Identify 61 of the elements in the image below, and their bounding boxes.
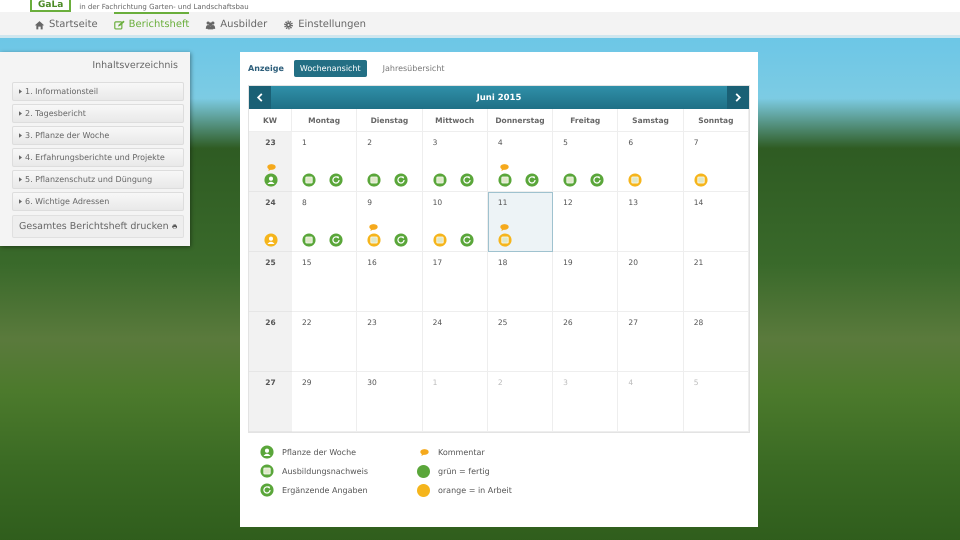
home-icon	[34, 20, 45, 30]
refresh-icon[interactable]	[329, 233, 343, 247]
refresh-icon[interactable]	[260, 483, 274, 497]
view-label: Anzeige	[248, 64, 284, 72]
toc-item[interactable]: 2. Tagesbericht	[12, 104, 184, 123]
legend-label: Kommentar	[438, 448, 485, 456]
nav-tab[interactable]: Einstellungen	[283, 12, 366, 35]
caret-icon	[19, 199, 22, 204]
calendar-icon[interactable]	[367, 173, 382, 187]
person-icon[interactable]	[264, 233, 278, 247]
view-tab[interactable]: Wochenansicht	[294, 60, 367, 76]
refresh-icon[interactable]	[460, 173, 474, 187]
legend-label: grün = fertig	[438, 466, 490, 476]
legend-label: Pflanze der Woche	[282, 448, 356, 456]
calendar-icon[interactable]	[302, 173, 316, 187]
calendar-icon[interactable]	[432, 173, 447, 187]
refresh-icon[interactable]	[329, 173, 343, 187]
refresh-icon[interactable]	[394, 233, 408, 247]
toc-item[interactable]: 4. Erfahrungsberichte und Projekte	[12, 148, 184, 167]
calendar-icon[interactable]	[498, 233, 512, 247]
caret-icon	[19, 177, 22, 182]
legend-label: orange = in Arbeit	[438, 486, 512, 494]
caret-icon	[19, 89, 22, 94]
legend-label: Ergänzende Angaben	[282, 486, 368, 494]
legend-label: Ausbildungsnachweis	[282, 466, 368, 476]
printer-icon	[172, 222, 177, 231]
view-tab[interactable]: Jahresübersicht	[376, 60, 451, 76]
calendar-icon[interactable]	[432, 233, 447, 247]
toc-item[interactable]: 5. Pflanzenschutz und Düngung	[12, 170, 184, 189]
chevron-right-icon	[734, 93, 742, 102]
next-month-button[interactable]	[726, 86, 749, 109]
chevron-left-icon	[256, 93, 264, 102]
person-icon[interactable]	[260, 445, 274, 459]
caret-icon	[19, 133, 22, 138]
calendar-icon[interactable]	[302, 233, 316, 247]
toc-title: Inhaltsverzeichnis	[91, 59, 179, 73]
calendar-icon[interactable]	[498, 173, 512, 187]
toc-item[interactable]: 1. Informationsteil	[12, 82, 184, 101]
toc-item[interactable]: 3. Pflanze der Woche	[12, 126, 184, 145]
refresh-icon[interactable]	[460, 233, 474, 247]
refresh-icon[interactable]	[394, 173, 408, 187]
print-button[interactable]: Gesamtes Berichtsheft drucken	[12, 215, 184, 238]
calendar-icon[interactable]	[694, 173, 708, 187]
users-icon	[205, 20, 216, 30]
caret-icon	[19, 155, 22, 160]
toc-item[interactable]: 6. Wichtige Adressen	[12, 192, 184, 211]
month-title: Juni 2015	[476, 92, 522, 102]
edit-icon	[114, 20, 125, 30]
settings-icon	[283, 20, 294, 30]
speech-bubble-icon	[420, 448, 428, 456]
nav-tab[interactable]: Startseite	[34, 12, 98, 35]
calendar-icon[interactable]	[260, 464, 274, 478]
refresh-icon[interactable]	[590, 173, 604, 187]
calendar-icon[interactable]	[628, 173, 642, 187]
nav-tab[interactable]: Ausbilder	[205, 12, 268, 35]
calendar-icon[interactable]	[367, 233, 382, 247]
refresh-icon[interactable]	[524, 173, 539, 187]
caret-icon	[19, 111, 22, 116]
calendar-icon[interactable]	[563, 173, 578, 187]
person-icon[interactable]	[264, 173, 278, 187]
previous-month-button[interactable]	[249, 86, 271, 109]
